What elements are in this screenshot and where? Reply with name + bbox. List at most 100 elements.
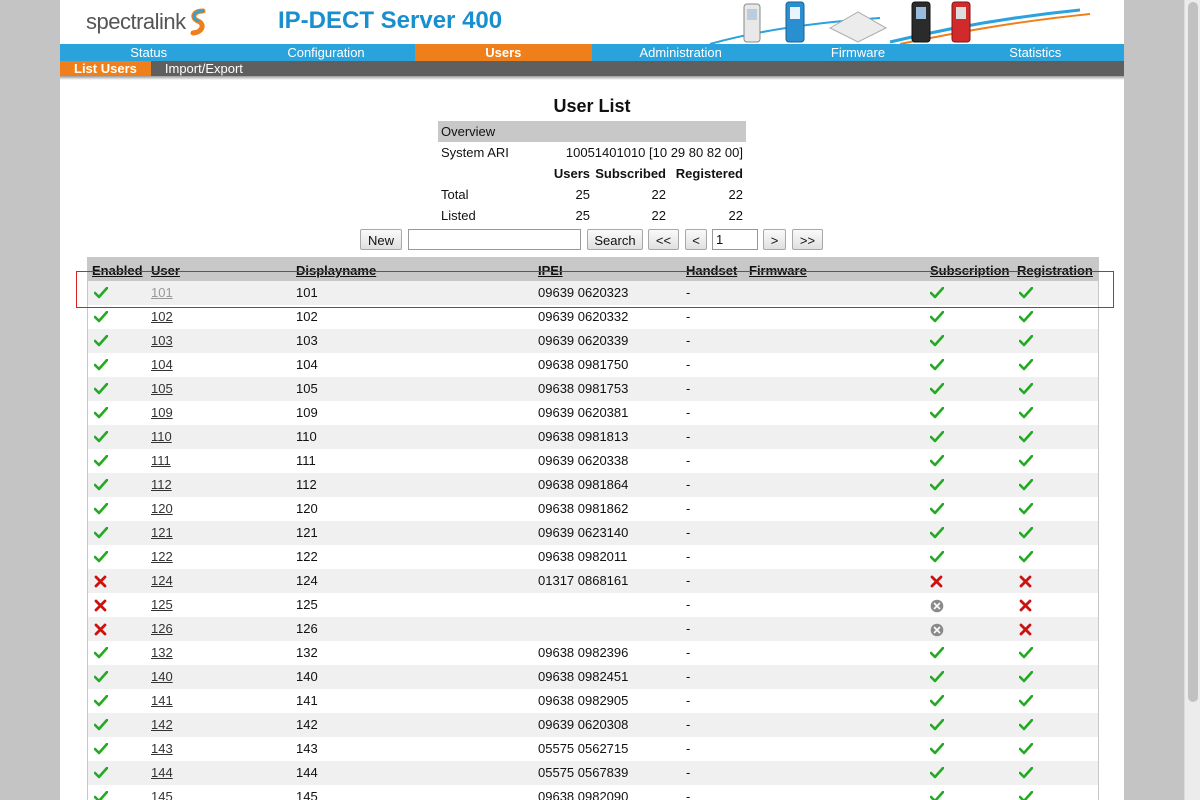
user-link[interactable]: 112 — [151, 478, 172, 492]
subscription-check-icon — [929, 310, 945, 326]
subnav-shadow — [60, 76, 1124, 80]
header-handset[interactable]: Handset — [686, 263, 737, 278]
registration-check-icon — [1018, 742, 1034, 758]
user-link[interactable]: 109 — [151, 406, 173, 420]
sub-nav: List Users Import/Export — [60, 61, 1124, 76]
header-enabled[interactable]: Enabled — [92, 263, 143, 278]
table-row: 102 102 09639 0620332 - — [88, 305, 1098, 329]
enabled-check-icon — [93, 742, 109, 758]
enabled-check-icon — [93, 790, 109, 800]
tab-configuration[interactable]: Configuration — [237, 44, 414, 61]
user-link[interactable]: 141 — [151, 694, 173, 708]
first-page-button[interactable]: << — [648, 229, 679, 250]
tab-status[interactable]: Status — [60, 44, 237, 61]
total-label: Total — [441, 187, 469, 202]
tab-statistics[interactable]: Statistics — [947, 44, 1124, 61]
listed-users: 25 — [575, 208, 590, 223]
user-link[interactable]: 120 — [151, 502, 173, 516]
user-link[interactable]: 126 — [151, 622, 173, 636]
user-link[interactable]: 103 — [151, 334, 173, 348]
subscription-check-icon — [929, 430, 945, 446]
user-link[interactable]: 105 — [151, 382, 173, 396]
system-ari-label: System ARI — [441, 145, 509, 160]
registration-check-icon — [1018, 790, 1034, 800]
vertical-scrollbar[interactable] — [1184, 0, 1200, 800]
subtab-import-export[interactable]: Import/Export — [151, 61, 257, 76]
cell-handset: - — [686, 549, 691, 564]
enabled-check-icon — [93, 670, 109, 686]
cell-ipei: 09638 0981750 — [538, 357, 629, 372]
subscription-check-icon — [929, 358, 945, 374]
cell-displayname: 109 — [296, 405, 318, 420]
subscription-check-icon — [929, 478, 945, 494]
header-user[interactable]: User — [151, 263, 180, 278]
user-link[interactable]: 142 — [151, 718, 173, 732]
search-input[interactable] — [408, 229, 581, 250]
cell-ipei: 09639 0623140 — [538, 525, 629, 540]
last-page-button[interactable]: >> — [792, 229, 823, 250]
subtab-list-users[interactable]: List Users — [60, 61, 151, 76]
scrollbar-thumb[interactable] — [1188, 2, 1198, 702]
header-registration[interactable]: Registration — [1017, 263, 1093, 278]
next-page-button[interactable]: > — [763, 229, 786, 250]
tab-administration[interactable]: Administration — [592, 44, 769, 61]
registration-check-icon — [1018, 382, 1034, 398]
table-row: 126 126 - — [88, 617, 1098, 641]
spectralink-s-icon — [190, 8, 206, 36]
user-link[interactable]: 124 — [151, 574, 173, 588]
search-button[interactable]: Search — [587, 229, 643, 250]
user-link[interactable]: 102 — [151, 310, 173, 324]
enabled-check-icon — [93, 502, 109, 518]
table-row: 104 104 09638 0981750 - — [88, 353, 1098, 377]
enabled-check-icon — [93, 334, 109, 350]
registration-check-icon — [1018, 406, 1034, 422]
header-subscription[interactable]: Subscription — [930, 263, 1009, 278]
cell-handset: - — [686, 789, 691, 800]
cell-displayname: 101 — [296, 285, 318, 300]
table-row: 112 112 09638 0981864 - — [88, 473, 1098, 497]
cell-displayname: 103 — [296, 333, 318, 348]
new-button[interactable]: New — [360, 229, 402, 250]
overview-ari-row: System ARI 10051401010 [10 29 80 82 00] — [438, 142, 746, 163]
subscription-unavailable-icon — [930, 599, 944, 616]
registration-check-icon — [1018, 454, 1034, 470]
user-link[interactable]: 110 — [151, 430, 172, 444]
table-row: 105 105 09638 0981753 - — [88, 377, 1098, 401]
user-link[interactable]: 125 — [151, 598, 173, 612]
cell-ipei: 09638 0982090 — [538, 789, 629, 800]
enabled-cross-icon — [94, 599, 107, 615]
header-displayname[interactable]: Displayname — [296, 263, 376, 278]
cell-displayname: 125 — [296, 597, 318, 612]
user-link[interactable]: 145 — [151, 790, 173, 800]
overview-total-row: Total 25 22 22 — [438, 184, 746, 205]
cell-ipei: 09638 0981813 — [538, 429, 629, 444]
enabled-check-icon — [93, 646, 109, 662]
user-link[interactable]: 101 — [151, 286, 173, 300]
subscription-unavailable-icon — [930, 623, 944, 640]
user-link[interactable]: 132 — [151, 646, 173, 660]
tab-firmware[interactable]: Firmware — [769, 44, 946, 61]
header-ipei[interactable]: IPEI — [538, 263, 563, 278]
cell-handset: - — [686, 645, 691, 660]
user-link[interactable]: 144 — [151, 766, 173, 780]
user-link[interactable]: 122 — [151, 550, 173, 564]
cell-ipei: 01317 0868161 — [538, 573, 629, 588]
user-link[interactable]: 121 — [151, 526, 173, 540]
user-link[interactable]: 111 — [151, 454, 171, 468]
user-link[interactable]: 104 — [151, 358, 173, 372]
overview-listed-row: Listed 25 22 22 — [438, 205, 746, 226]
user-link[interactable]: 140 — [151, 670, 173, 684]
main-nav: Status Configuration Users Administratio… — [60, 44, 1124, 61]
tab-users[interactable]: Users — [414, 44, 592, 61]
enabled-cross-icon — [94, 575, 107, 591]
page-number-input[interactable] — [712, 229, 758, 250]
user-link[interactable]: 143 — [151, 742, 173, 756]
cell-ipei: 09639 0620308 — [538, 717, 629, 732]
registration-check-icon — [1018, 478, 1034, 494]
subscription-check-icon — [929, 790, 945, 800]
overview-col-registered: Registered — [675, 166, 743, 181]
cell-displayname: 111 — [296, 453, 316, 468]
prev-page-button[interactable]: < — [685, 229, 707, 250]
cell-handset: - — [686, 333, 691, 348]
header-firmware[interactable]: Firmware — [749, 263, 807, 278]
